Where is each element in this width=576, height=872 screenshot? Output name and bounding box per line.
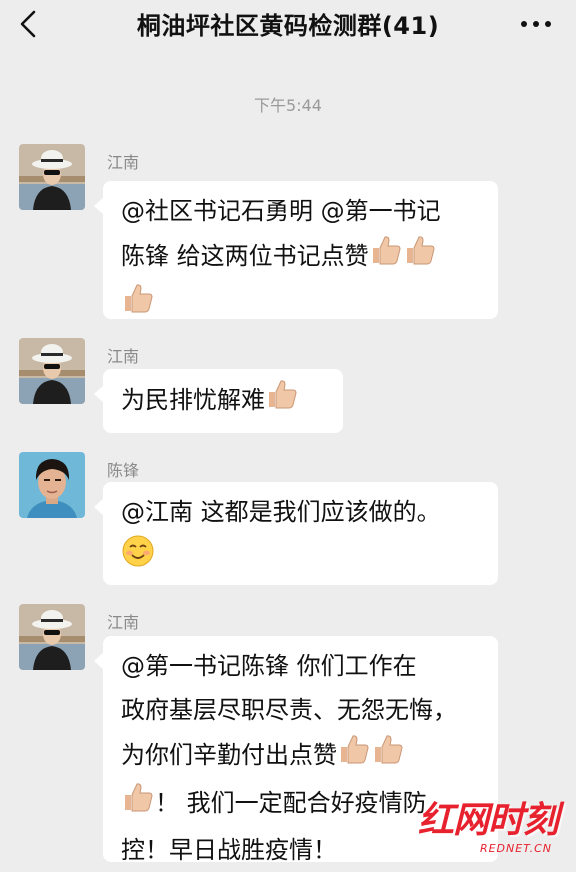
more-dots-icon bbox=[521, 21, 551, 27]
thumbs-up-icon bbox=[121, 281, 155, 329]
sender-name: 江南 bbox=[107, 347, 140, 366]
message-text: 为民排忧解难 bbox=[121, 386, 265, 414]
chat-header: 桐油坪社区黄码检测群(41) bbox=[0, 0, 576, 48]
thumbs-up-icon bbox=[403, 233, 437, 281]
smiling-face-icon bbox=[121, 534, 155, 582]
message-line bbox=[121, 281, 480, 329]
rednet-watermark-logo: 红网时刻 REDNET.CN bbox=[417, 791, 559, 855]
avatar-chenfeng[interactable] bbox=[19, 452, 85, 518]
thumbs-up-icon bbox=[337, 732, 371, 780]
woman-avatar-icon bbox=[19, 338, 85, 404]
message-bubble[interactable]: 为民排忧解难 bbox=[94, 369, 343, 433]
thumbs-up-icon bbox=[121, 780, 155, 828]
message-timestamp: 下午5:44 bbox=[254, 96, 322, 115]
message-line: @社区书记石勇明 @第一书记 bbox=[121, 197, 441, 225]
message-text: ！ 我们一定配合好疫情防 bbox=[155, 789, 427, 817]
thumbs-up-icon bbox=[371, 732, 405, 780]
message-line: 陈锋 给这两位书记点赞 bbox=[121, 233, 480, 281]
man-avatar-icon bbox=[19, 452, 85, 518]
message-bubble[interactable]: @江南 这都是我们应该做的。 bbox=[94, 482, 498, 585]
sender-name: 江南 bbox=[107, 153, 140, 172]
watermark-logo-subtext: REDNET.CN bbox=[479, 842, 552, 855]
avatar-jiangnan[interactable] bbox=[19, 604, 85, 670]
avatar-jiangnan[interactable] bbox=[19, 144, 85, 210]
avatar-jiangnan[interactable] bbox=[19, 338, 85, 404]
message-line: @江南 这都是我们应该做的。 bbox=[121, 498, 441, 526]
watermark-logo-text: 红网时刻 bbox=[417, 800, 559, 841]
thumbs-up-icon bbox=[265, 377, 299, 425]
message-line bbox=[121, 534, 480, 582]
message-line: 政府基层尽职尽责、无怨无悔， bbox=[121, 696, 457, 724]
message-text: 陈锋 给这两位书记点赞 bbox=[121, 242, 369, 270]
sender-name: 江南 bbox=[107, 613, 140, 632]
message-line: 为你们辛勤付出点赞 bbox=[121, 732, 480, 780]
chat-title: 桐油坪社区黄码检测群(41) bbox=[136, 12, 440, 40]
more-button[interactable] bbox=[518, 14, 554, 34]
woman-avatar-icon bbox=[19, 604, 85, 670]
message-line: @第一书记陈锋 你们工作在 bbox=[121, 652, 417, 680]
message-bubble[interactable]: @社区书记石勇明 @第一书记 陈锋 给这两位书记点赞 bbox=[94, 181, 498, 319]
woman-avatar-icon bbox=[19, 144, 85, 210]
message-text: 为你们辛勤付出点赞 bbox=[121, 741, 337, 769]
thumbs-up-icon bbox=[369, 233, 403, 281]
sender-name: 陈锋 bbox=[107, 461, 140, 480]
